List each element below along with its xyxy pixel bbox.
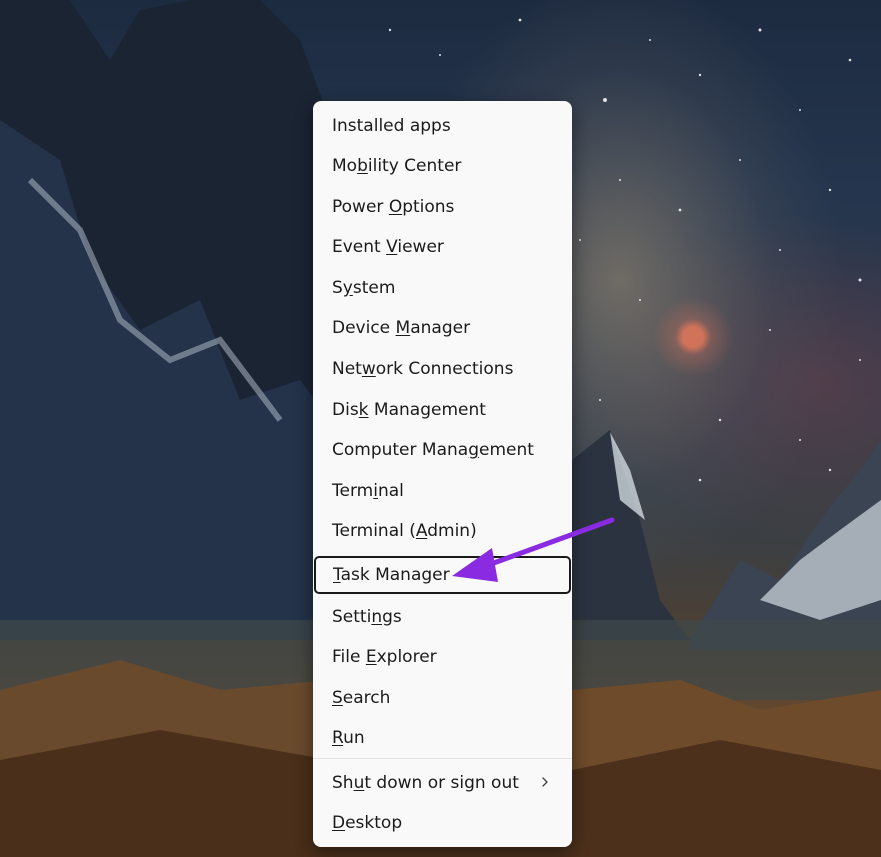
menu-separator bbox=[313, 758, 572, 759]
menu-item-installed-apps[interactable]: Installed apps bbox=[313, 106, 572, 146]
menu-item-terminal[interactable]: Terminal bbox=[313, 471, 572, 511]
menu-item-label: Shut down or sign out bbox=[332, 773, 519, 793]
menu-item-label: Run bbox=[332, 728, 365, 748]
menu-item-label: Mobility Center bbox=[332, 156, 462, 176]
menu-item-label: Task Manager bbox=[333, 565, 450, 585]
menu-item-device-manager[interactable]: Device Manager bbox=[313, 308, 572, 348]
menu-item-shut-down-or-sign-out[interactable]: Shut down or sign out bbox=[313, 763, 572, 803]
menu-item-event-viewer[interactable]: Event Viewer bbox=[313, 227, 572, 267]
winx-context-menu: Installed apps Mobility Center Power Opt… bbox=[313, 101, 572, 847]
menu-item-label: Desktop bbox=[332, 813, 403, 833]
menu-item-label: Installed apps bbox=[332, 116, 451, 136]
menu-item-network-connections[interactable]: Network Connections bbox=[313, 349, 572, 389]
menu-item-search[interactable]: Search bbox=[313, 678, 572, 718]
menu-item-desktop[interactable]: Desktop bbox=[313, 803, 572, 843]
menu-item-label: Computer Management bbox=[332, 440, 534, 460]
chevron-right-icon bbox=[542, 777, 548, 787]
menu-item-power-options[interactable]: Power Options bbox=[313, 187, 572, 227]
menu-item-label: System bbox=[332, 278, 396, 298]
menu-item-label: Event Viewer bbox=[332, 237, 444, 257]
menu-item-label: Device Manager bbox=[332, 318, 471, 338]
menu-item-mobility-center[interactable]: Mobility Center bbox=[313, 146, 572, 186]
menu-item-disk-management[interactable]: Disk Management bbox=[313, 390, 572, 430]
menu-item-system[interactable]: System bbox=[313, 268, 572, 308]
arrow-pointer-icon bbox=[452, 517, 615, 582]
menu-item-settings[interactable]: Settings bbox=[313, 597, 572, 637]
menu-item-run[interactable]: Run bbox=[313, 718, 572, 758]
menu-item-label: Settings bbox=[332, 607, 402, 627]
menu-item-computer-management[interactable]: Computer Management bbox=[313, 430, 572, 470]
menu-item-label: Disk Management bbox=[332, 400, 486, 420]
menu-item-label: File Explorer bbox=[332, 647, 437, 667]
menu-item-label: Network Connections bbox=[332, 359, 514, 379]
menu-item-label: Power Options bbox=[332, 197, 455, 217]
menu-item-file-explorer[interactable]: File Explorer bbox=[313, 637, 572, 677]
menu-item-label: Terminal bbox=[332, 481, 404, 501]
menu-item-label: Search bbox=[332, 688, 391, 708]
